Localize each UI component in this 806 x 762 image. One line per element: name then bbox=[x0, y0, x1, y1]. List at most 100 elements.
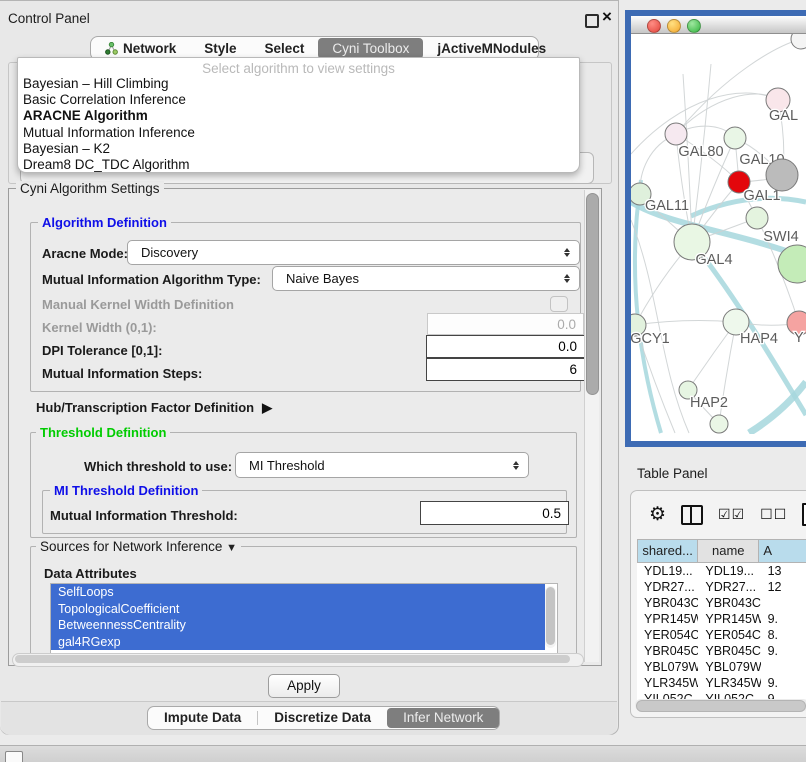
settings-vertical-scrollbar[interactable] bbox=[584, 190, 599, 662]
network-node[interactable] bbox=[791, 34, 806, 49]
table-row[interactable]: YPR145WYPR145W9. bbox=[637, 611, 806, 627]
network-window-titlebar[interactable] bbox=[631, 16, 806, 34]
float-window-icon[interactable] bbox=[585, 14, 599, 28]
table-row[interactable]: YLR345WYLR345W9. bbox=[637, 675, 806, 691]
network-node[interactable] bbox=[665, 123, 687, 145]
network-node-label: GAL bbox=[769, 108, 798, 124]
collapsed-panel-icon[interactable] bbox=[5, 751, 23, 762]
mi-algorithm-type-select[interactable]: Naive Bayes bbox=[272, 266, 580, 291]
column-header[interactable]: name bbox=[698, 539, 759, 563]
split-columns-icon[interactable] bbox=[681, 505, 703, 525]
network-node-label: GAL11 bbox=[645, 198, 689, 214]
data-attributes-listbox: SelfLoopsTopologicalCoefficientBetweenne… bbox=[50, 583, 558, 655]
combo-stepper-icon bbox=[559, 248, 575, 257]
mi-steps-value: 6 bbox=[569, 362, 577, 377]
tab-jactivemnodules[interactable]: jActiveMNodules bbox=[423, 38, 560, 59]
data-attributes-list: SelfLoopsTopologicalCoefficientBetweenne… bbox=[51, 584, 557, 650]
network-icon bbox=[105, 42, 118, 55]
tab-style-label: Style bbox=[204, 41, 236, 56]
apply-button[interactable]: Apply bbox=[268, 674, 340, 698]
close-traffic-light[interactable] bbox=[647, 19, 661, 33]
network-edge bbox=[635, 180, 661, 433]
kernel-width-label: Kernel Width (0,1): bbox=[42, 320, 157, 335]
aracne-mode-select[interactable]: Discovery bbox=[127, 240, 580, 265]
algorithm-option[interactable]: ARACNE Algorithm bbox=[18, 108, 579, 124]
close-icon[interactable]: × bbox=[602, 7, 612, 27]
algorithm-dropdown-popup: Select algorithm to view settings Bayesi… bbox=[17, 57, 580, 173]
algorithm-option[interactable]: Mutual Information Inference bbox=[18, 125, 579, 141]
table-row[interactable]: YBR043CYBR043C bbox=[637, 595, 806, 611]
algorithm-definition-title: Algorithm Definition bbox=[38, 215, 171, 230]
mi-algorithm-type-label: Mutual Information Algorithm Type: bbox=[42, 272, 261, 287]
table-row[interactable]: YER054CYER054C8. bbox=[637, 627, 806, 643]
table-cell: 12 bbox=[761, 579, 806, 595]
control-panel-title: Control Panel bbox=[8, 11, 90, 26]
select-all-icon[interactable]: ☑☑ bbox=[718, 506, 745, 523]
tab-select[interactable]: Select bbox=[251, 38, 319, 59]
table-row[interactable]: YDR27...YDR27...12 bbox=[637, 579, 806, 595]
zoom-traffic-light[interactable] bbox=[687, 19, 701, 33]
column-header[interactable]: A bbox=[759, 539, 806, 563]
sources-title: Sources for Network Inference ▼ bbox=[36, 539, 241, 554]
table-body: YDL19...YDL19...13YDR27...YDR27...12YBR0… bbox=[637, 563, 806, 707]
table-cell bbox=[761, 595, 806, 611]
table-horizontal-scrollbar[interactable] bbox=[635, 699, 806, 711]
tab-style[interactable]: Style bbox=[190, 38, 250, 59]
network-node[interactable] bbox=[724, 127, 746, 149]
network-view-window: GALGAL80GAL10GAL1SWI4GAL11GAL4GCY1HAP4YH… bbox=[625, 10, 806, 447]
scrollbar-thumb[interactable] bbox=[586, 193, 599, 395]
algorithm-option[interactable]: Dream8 DC_TDC Algorithm bbox=[18, 157, 579, 173]
data-attribute-item[interactable]: TopologicalCoefficient bbox=[51, 601, 545, 618]
network-canvas[interactable]: GALGAL80GAL10GAL1SWI4GAL11GAL4GCY1HAP4YH… bbox=[631, 34, 806, 434]
which-threshold-select[interactable]: MI Threshold bbox=[235, 452, 529, 478]
minimize-traffic-light[interactable] bbox=[667, 19, 681, 33]
collapse-arrow-icon[interactable]: ▼ bbox=[226, 542, 237, 554]
scrollbar-thumb[interactable] bbox=[636, 700, 806, 712]
manual-kernel-width-checkbox[interactable] bbox=[550, 296, 568, 312]
new-document-icon[interactable] bbox=[802, 503, 806, 526]
mi-threshold-label: Mutual Information Threshold: bbox=[50, 508, 238, 523]
tab-network[interactable]: Network bbox=[91, 38, 190, 59]
scrollbar-thumb[interactable] bbox=[546, 587, 555, 645]
data-attribute-item[interactable]: SelfLoops bbox=[51, 584, 545, 601]
tab-discretize-data[interactable]: Discretize Data bbox=[258, 708, 387, 728]
table-row[interactable]: YBL079WYBL079W bbox=[637, 659, 806, 675]
tab-infer-network[interactable]: Infer Network bbox=[387, 708, 499, 728]
network-node-label: GAL4 bbox=[695, 252, 732, 268]
expand-arrow-icon[interactable]: ▶ bbox=[262, 400, 272, 416]
which-threshold-label: Which threshold to use: bbox=[84, 459, 232, 474]
settings-horizontal-scrollbar[interactable] bbox=[12, 653, 584, 667]
network-node[interactable] bbox=[766, 159, 798, 191]
algorithm-option[interactable]: Bayesian – K2 bbox=[18, 141, 579, 157]
algorithm-option[interactable]: Bayesian – Hill Climbing bbox=[18, 76, 579, 92]
table-cell: YDR27... bbox=[637, 579, 698, 595]
column-header[interactable]: shared... bbox=[637, 539, 698, 563]
scrollbar-thumb[interactable] bbox=[15, 655, 570, 663]
tab-jactivemnodules-label: jActiveMNodules bbox=[437, 41, 546, 56]
network-node[interactable] bbox=[746, 207, 768, 229]
list-vertical-scrollbar[interactable] bbox=[545, 586, 556, 648]
kernel-width-field[interactable]: 0.0 bbox=[427, 313, 584, 335]
dpi-tolerance-field[interactable]: 0.0 bbox=[426, 335, 585, 358]
table-row[interactable]: YBR045CYBR045C9. bbox=[637, 643, 806, 659]
table-cell: YDL19... bbox=[637, 563, 698, 579]
data-attribute-item[interactable]: gal4RGexp bbox=[51, 634, 545, 651]
table-row[interactable]: YDL19...YDL19...13 bbox=[637, 563, 806, 579]
data-attribute-item[interactable]: BetweennessCentrality bbox=[51, 617, 545, 634]
status-strip bbox=[0, 745, 806, 762]
mi-threshold-field[interactable]: 0.5 bbox=[420, 501, 569, 525]
network-node-label: GCY1 bbox=[631, 331, 670, 347]
algorithm-option[interactable]: Basic Correlation Inference bbox=[18, 92, 579, 108]
table-cell: YLR345W bbox=[698, 675, 760, 691]
tab-impute-data[interactable]: Impute Data bbox=[148, 708, 257, 728]
mi-steps-field[interactable]: 6 bbox=[426, 358, 585, 381]
tab-cyni-toolbox[interactable]: Cyni Toolbox bbox=[318, 38, 423, 59]
combo-stepper-icon bbox=[559, 274, 575, 283]
network-edge bbox=[749, 382, 806, 433]
network-node[interactable] bbox=[710, 415, 728, 433]
gear-icon[interactable]: ⚙ bbox=[649, 505, 666, 525]
deselect-all-icon[interactable]: ☐☐ bbox=[760, 506, 787, 523]
table-cell: YBL079W bbox=[698, 659, 760, 675]
table-cell: YBR045C bbox=[698, 643, 760, 659]
data-attributes-label: Data Attributes bbox=[44, 566, 137, 581]
